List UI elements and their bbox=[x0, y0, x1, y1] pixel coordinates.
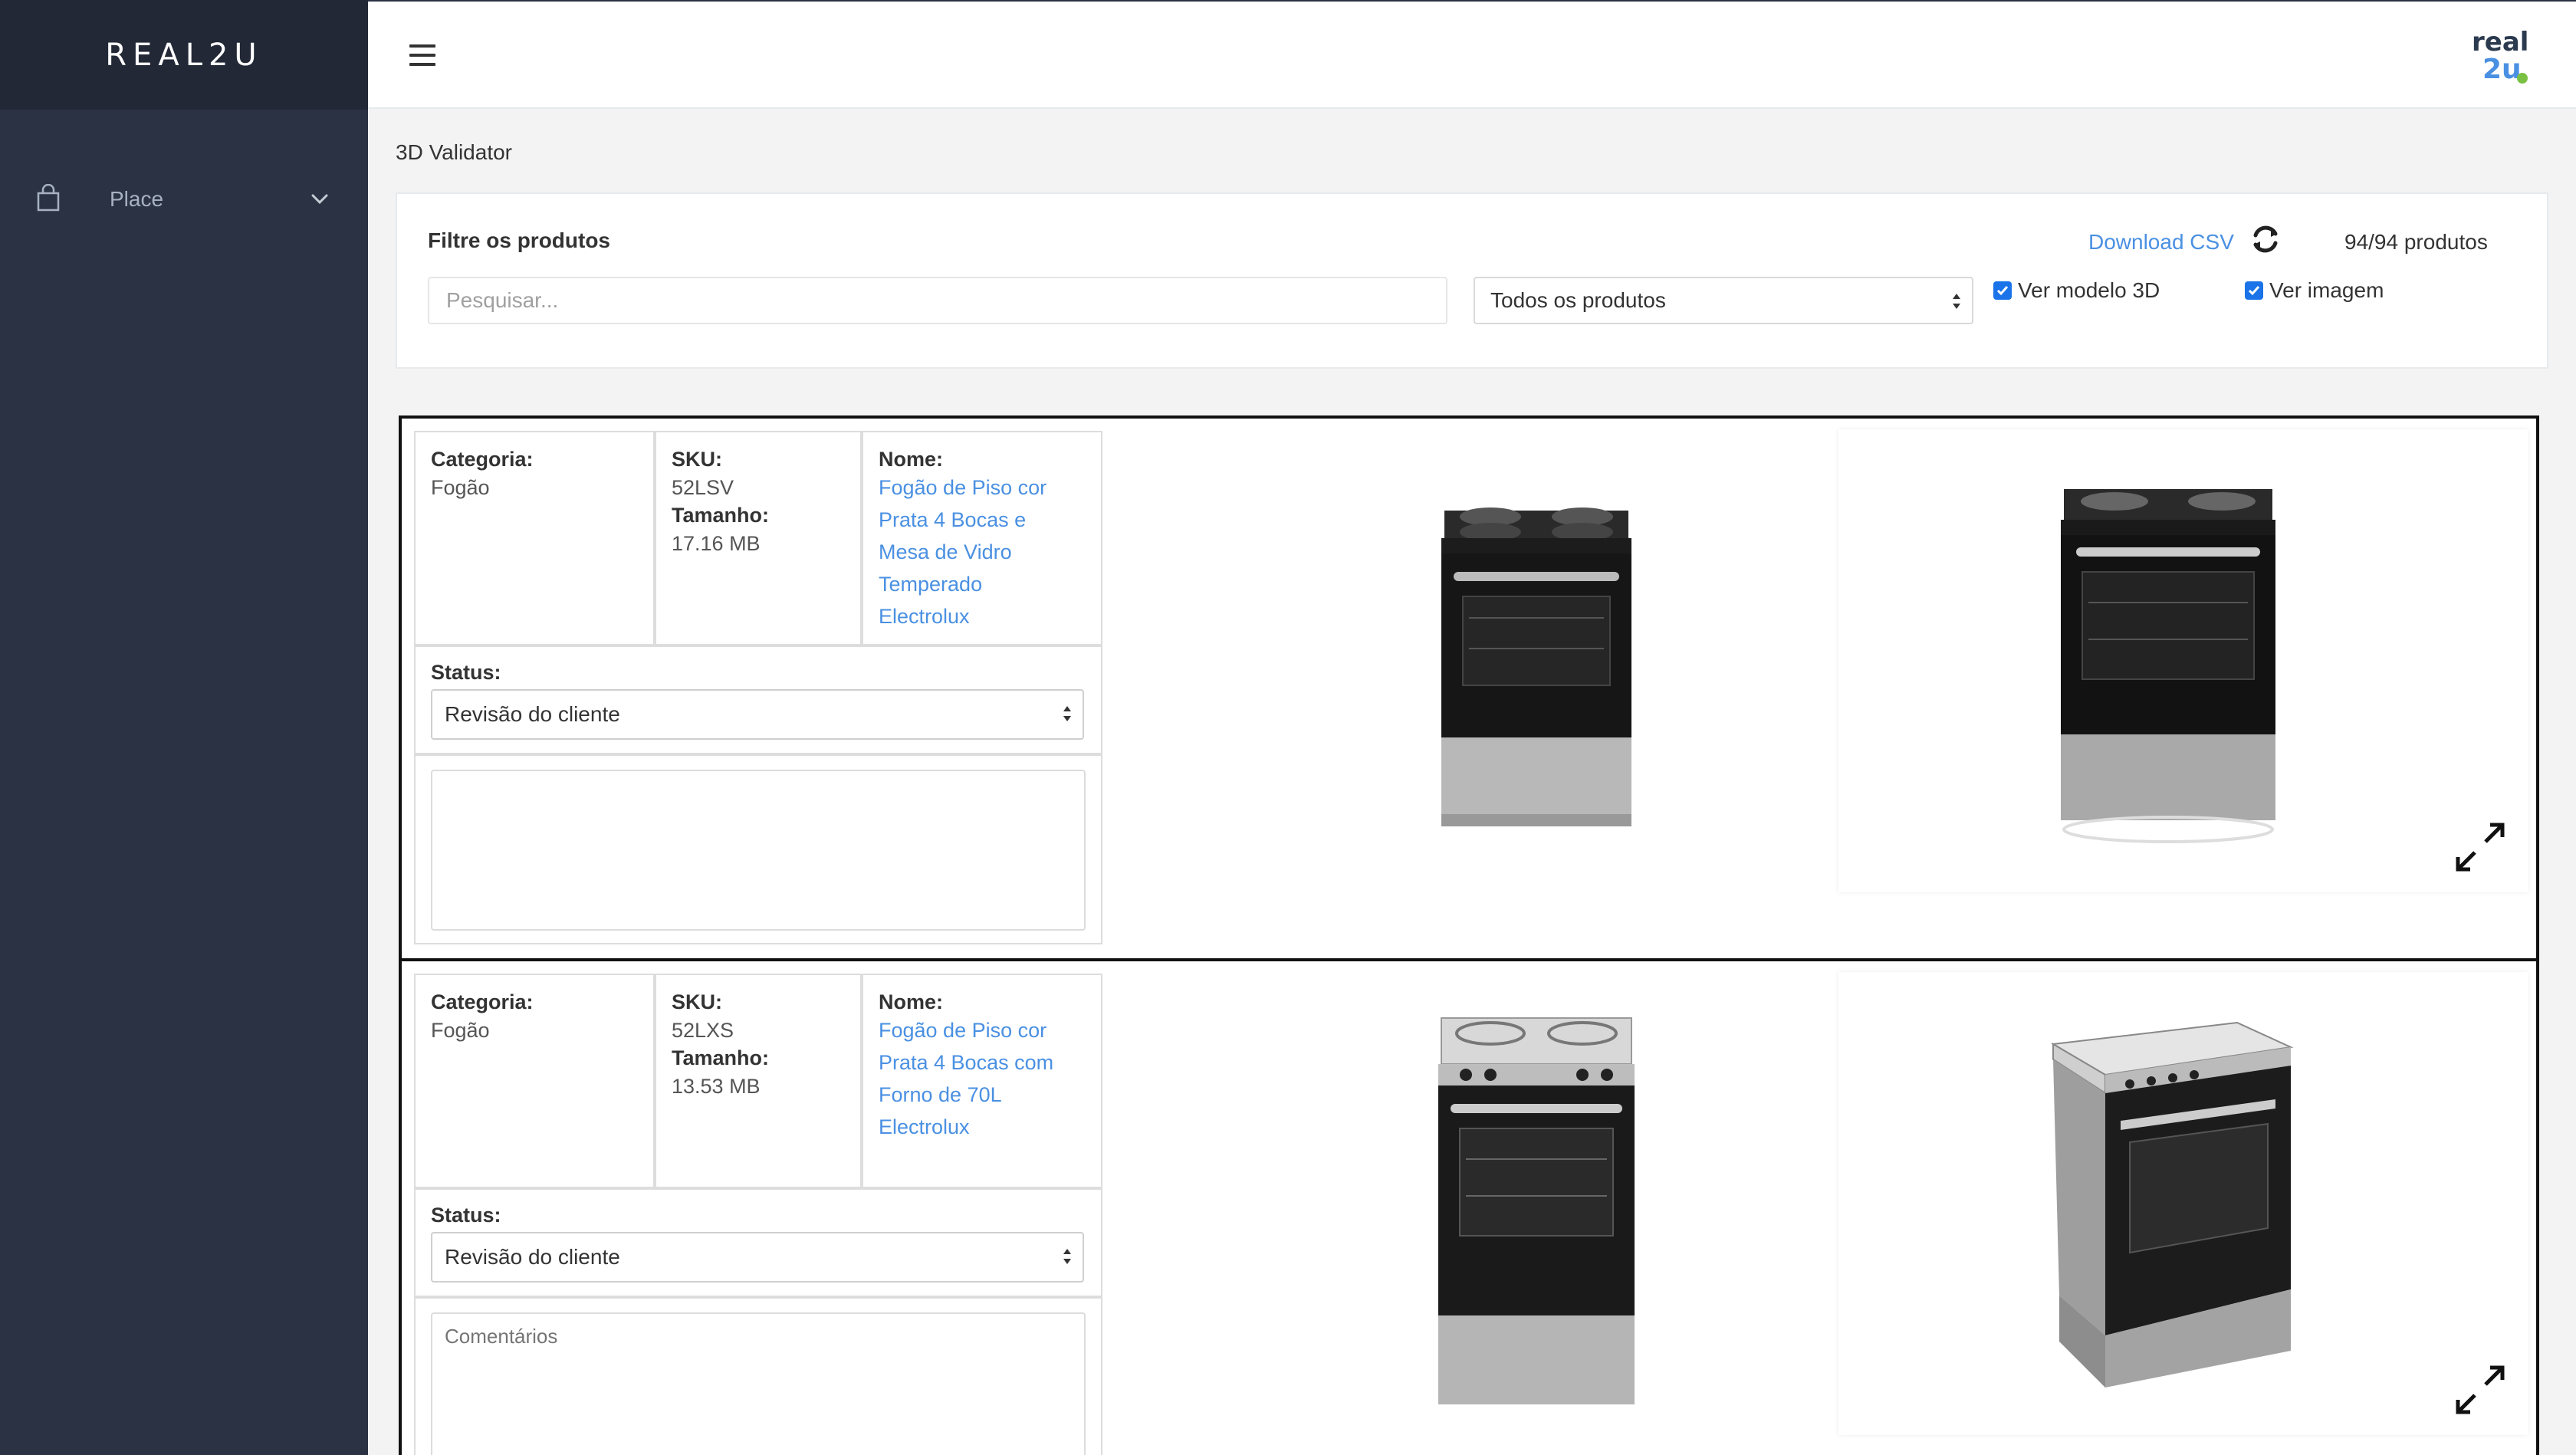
page-title: 3D Validator bbox=[396, 140, 513, 164]
status-label: Status: bbox=[431, 1204, 501, 1227]
sidebar-item-place[interactable]: Place bbox=[0, 175, 368, 222]
sidebar-header: REAL2U bbox=[0, 0, 368, 110]
status-label: Status: bbox=[431, 661, 501, 684]
brand-logo[interactable]: REAL2U bbox=[105, 38, 262, 73]
category-value: Fogão bbox=[431, 476, 490, 499]
search-input[interactable] bbox=[428, 277, 1447, 324]
product-image bbox=[1352, 465, 1720, 848]
name-cell: Nome: Fogão de Piso cor Prata 4 Bocas co… bbox=[862, 974, 1102, 1188]
sku-value: 52LXS bbox=[672, 1019, 734, 1042]
product-filter-value: Todos os produtos bbox=[1490, 288, 1666, 312]
chevron-down-icon bbox=[311, 194, 328, 205]
product-filter-select[interactable]: Todos os produtos bbox=[1474, 277, 1973, 324]
shopping-bag-icon bbox=[37, 184, 60, 212]
category-value: Fogão bbox=[431, 1019, 490, 1042]
checkbox-checked-icon[interactable] bbox=[1993, 281, 2012, 300]
checkbox-checked-icon[interactable] bbox=[2245, 281, 2263, 300]
filter-panel: Filtre os produtos Download CSV 94/94 pr… bbox=[396, 192, 2548, 369]
status-select[interactable]: Revisão do cliente bbox=[431, 689, 1084, 740]
show-image-checkbox[interactable]: Ver imagem bbox=[2245, 278, 2384, 303]
select-arrows-icon bbox=[1063, 706, 1071, 721]
expand-icon[interactable] bbox=[2452, 1361, 2509, 1418]
status-select[interactable]: Revisão do cliente bbox=[431, 1232, 1084, 1283]
category-label: Categoria: bbox=[431, 990, 534, 1013]
svg-text:real: real bbox=[2472, 27, 2528, 57]
name-cell: Nome: Fogão de Piso cor Prata 4 Bocas e … bbox=[862, 431, 1102, 645]
sku-value: 52LSV bbox=[672, 476, 734, 499]
select-arrows-icon bbox=[1063, 1249, 1071, 1264]
name-label: Nome: bbox=[879, 990, 944, 1013]
comment-textarea[interactable] bbox=[431, 1312, 1086, 1455]
status-value: Revisão do cliente bbox=[445, 702, 620, 726]
sku-label: SKU: bbox=[672, 448, 722, 471]
comment-textarea[interactable] bbox=[431, 770, 1086, 931]
show-3d-label: Ver modelo 3D bbox=[2018, 278, 2160, 302]
status-value: Revisão do cliente bbox=[445, 1245, 620, 1269]
product-card: Categoria: Fogão SKU: 52LSV Tamanho: 17.… bbox=[399, 415, 2539, 961]
status-cell: Status: Revisão do cliente bbox=[414, 645, 1102, 754]
sidebar-item-label: Place bbox=[110, 187, 164, 211]
filter-title: Filtre os produtos bbox=[428, 228, 610, 252]
name-label: Nome: bbox=[879, 448, 944, 471]
3d-model-render bbox=[2061, 489, 2275, 843]
svg-text:2u: 2u bbox=[2482, 54, 2522, 85]
category-cell: Categoria: Fogão bbox=[414, 974, 655, 1188]
select-arrows-icon bbox=[1953, 294, 1960, 309]
sidebar: REAL2U Place bbox=[0, 0, 368, 1455]
comment-cell bbox=[414, 1297, 1102, 1455]
status-cell: Status: Revisão do cliente bbox=[414, 1188, 1102, 1297]
product-image bbox=[1352, 987, 1720, 1417]
3d-model-viewer[interactable] bbox=[1838, 429, 2528, 892]
sku-cell: SKU: 52LXS Tamanho: 13.53 MB bbox=[655, 974, 862, 1188]
category-cell: Categoria: Fogão bbox=[414, 431, 655, 645]
product-card: Categoria: Fogão SKU: 52LXS Tamanho: 13.… bbox=[399, 958, 2539, 1455]
product-name-link[interactable]: Fogão de Piso cor Prata 4 Bocas e Mesa d… bbox=[879, 471, 1086, 632]
size-value: 13.53 MB bbox=[672, 1075, 761, 1098]
download-csv-link[interactable]: Download CSV bbox=[2088, 230, 2234, 255]
size-label: Tamanho: bbox=[672, 504, 769, 527]
comment-cell bbox=[414, 754, 1102, 944]
product-count: 94/94 produtos bbox=[2344, 230, 2488, 254]
size-label: Tamanho: bbox=[672, 1046, 769, 1069]
category-label: Categoria: bbox=[431, 448, 534, 471]
size-value: 17.16 MB bbox=[672, 532, 761, 555]
expand-icon[interactable] bbox=[2452, 819, 2509, 875]
refresh-icon[interactable] bbox=[2248, 222, 2283, 257]
sku-label: SKU: bbox=[672, 990, 722, 1013]
product-name-link[interactable]: Fogão de Piso cor Prata 4 Bocas com Forn… bbox=[879, 1014, 1086, 1143]
real2u-logo: real 2u bbox=[2472, 27, 2528, 85]
3d-model-viewer[interactable] bbox=[1838, 972, 2528, 1435]
show-3d-checkbox[interactable]: Ver modelo 3D bbox=[1993, 278, 2160, 303]
hamburger-icon[interactable] bbox=[409, 44, 435, 66]
3d-model-render bbox=[2050, 1021, 2294, 1388]
sku-cell: SKU: 52LSV Tamanho: 17.16 MB bbox=[655, 431, 862, 645]
show-image-label: Ver imagem bbox=[2269, 278, 2384, 302]
top-navbar: real 2u bbox=[368, 0, 2576, 109]
